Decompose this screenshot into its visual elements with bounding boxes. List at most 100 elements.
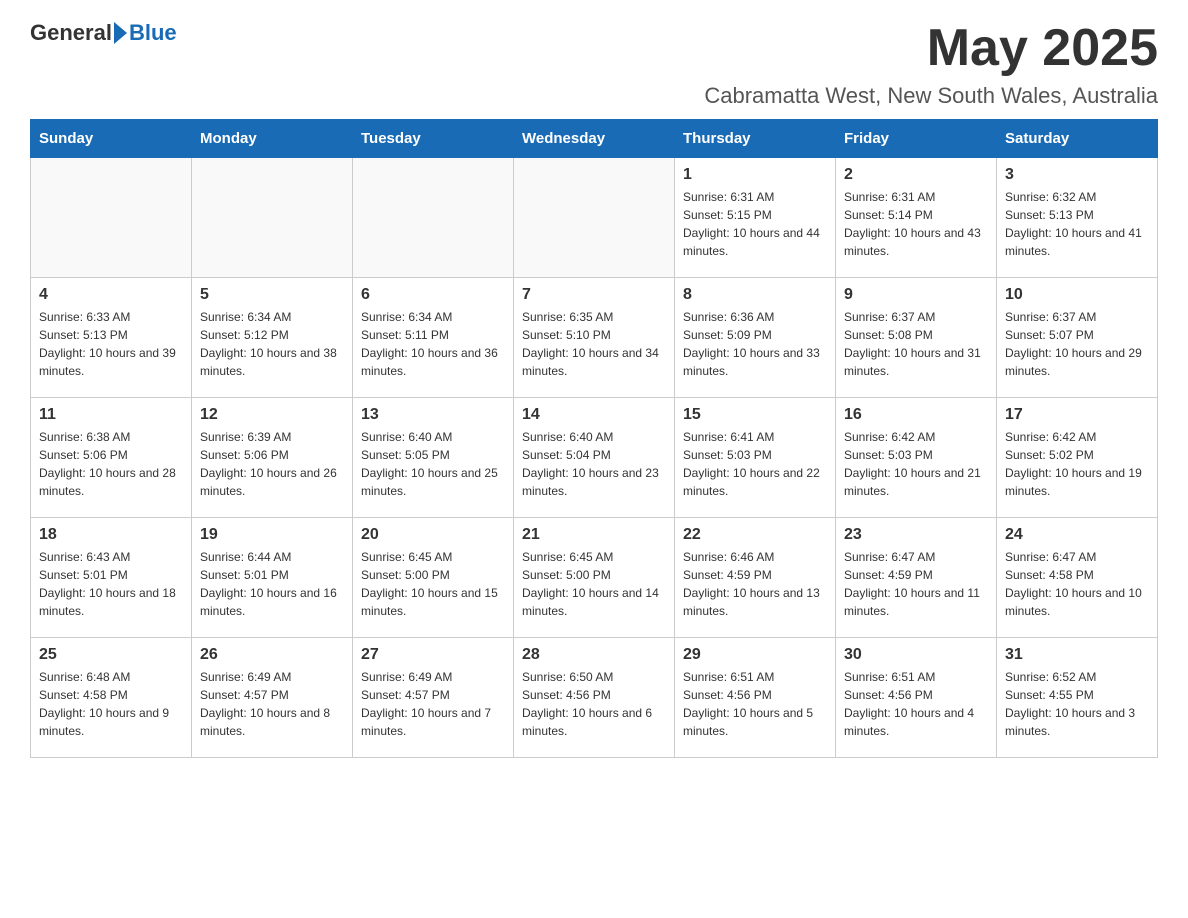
table-row: 14 Sunrise: 6:40 AMSunset: 5:04 PMDayligh… <box>514 398 675 518</box>
day-number: 25 <box>39 646 183 664</box>
day-number: 10 <box>1005 286 1149 304</box>
day-info: Sunrise: 6:42 AMSunset: 5:03 PMDaylight:… <box>844 428 988 500</box>
day-number: 18 <box>39 526 183 544</box>
day-info: Sunrise: 6:45 AMSunset: 5:00 PMDaylight:… <box>522 548 666 620</box>
day-info: Sunrise: 6:45 AMSunset: 5:00 PMDaylight:… <box>361 548 505 620</box>
day-info: Sunrise: 6:39 AMSunset: 5:06 PMDaylight:… <box>200 428 344 500</box>
day-number: 13 <box>361 406 505 424</box>
table-row: 30 Sunrise: 6:51 AMSunset: 4:56 PMDayligh… <box>836 638 997 758</box>
day-info: Sunrise: 6:36 AMSunset: 5:09 PMDaylight:… <box>683 308 827 380</box>
table-row: 18 Sunrise: 6:43 AMSunset: 5:01 PMDayligh… <box>31 518 192 638</box>
day-info: Sunrise: 6:34 AMSunset: 5:11 PMDaylight:… <box>361 308 505 380</box>
calendar-row: 11Sunrise: 6:38 AMSunset: 5:06 PMDayligh… <box>31 398 1158 518</box>
day-number: 11 <box>39 406 183 424</box>
day-info: Sunrise: 6:48 AMSunset: 4:58 PMDaylight:… <box>39 668 183 740</box>
table-row: 15 Sunrise: 6:41 AMSunset: 5:03 PMDayligh… <box>675 398 836 518</box>
day-info: Sunrise: 6:35 AMSunset: 5:10 PMDaylight:… <box>522 308 666 380</box>
day-number: 17 <box>1005 406 1149 424</box>
logo-general: General <box>30 20 112 46</box>
table-row: 2 Sunrise: 6:31 AMSunset: 5:14 PMDaylight… <box>836 158 997 278</box>
table-row: 24Sunrise: 6:47 AMSunset: 4:58 PMDayligh… <box>997 518 1158 638</box>
day-number: 26 <box>200 646 344 664</box>
logo-text: General Blue <box>30 20 177 46</box>
table-row: 27 Sunrise: 6:49 AMSunset: 4:57 PMDayligh… <box>353 638 514 758</box>
day-info: Sunrise: 6:50 AMSunset: 4:56 PMDaylight:… <box>522 668 666 740</box>
col-thursday: Thursday <box>675 120 836 158</box>
day-number: 30 <box>844 646 988 664</box>
day-info: Sunrise: 6:42 AMSunset: 5:02 PMDaylight:… <box>1005 428 1149 500</box>
day-info: Sunrise: 6:52 AMSunset: 4:55 PMDaylight:… <box>1005 668 1149 740</box>
table-row <box>31 158 192 278</box>
day-number: 5 <box>200 286 344 304</box>
day-number: 12 <box>200 406 344 424</box>
day-number: 2 <box>844 166 988 184</box>
day-info: Sunrise: 6:49 AMSunset: 4:57 PMDaylight:… <box>361 668 505 740</box>
table-row <box>353 158 514 278</box>
table-row: 5 Sunrise: 6:34 AMSunset: 5:12 PMDaylight… <box>192 278 353 398</box>
table-row: 8 Sunrise: 6:36 AMSunset: 5:09 PMDaylight… <box>675 278 836 398</box>
day-number: 8 <box>683 286 827 304</box>
day-info: Sunrise: 6:40 AMSunset: 5:04 PMDaylight:… <box>522 428 666 500</box>
col-friday: Friday <box>836 120 997 158</box>
logo: General Blue <box>30 20 177 46</box>
table-row: 16Sunrise: 6:42 AMSunset: 5:03 PMDayligh… <box>836 398 997 518</box>
table-row: 31 Sunrise: 6:52 AMSunset: 4:55 PMDayligh… <box>997 638 1158 758</box>
calendar-row: 4Sunrise: 6:33 AMSunset: 5:13 PMDaylight… <box>31 278 1158 398</box>
page-header: General Blue May 2025 <box>30 20 1158 77</box>
month-title: May 2025 <box>927 20 1158 77</box>
day-info: Sunrise: 6:41 AMSunset: 5:03 PMDaylight:… <box>683 428 827 500</box>
day-number: 15 <box>683 406 827 424</box>
day-number: 29 <box>683 646 827 664</box>
day-info: Sunrise: 6:37 AMSunset: 5:07 PMDaylight:… <box>1005 308 1149 380</box>
day-number: 4 <box>39 286 183 304</box>
day-info: Sunrise: 6:37 AMSunset: 5:08 PMDaylight:… <box>844 308 988 380</box>
day-number: 14 <box>522 406 666 424</box>
day-info: Sunrise: 6:51 AMSunset: 4:56 PMDaylight:… <box>683 668 827 740</box>
table-row <box>192 158 353 278</box>
day-info: Sunrise: 6:44 AMSunset: 5:01 PMDaylight:… <box>200 548 344 620</box>
table-row: 13 Sunrise: 6:40 AMSunset: 5:05 PMDayligh… <box>353 398 514 518</box>
calendar-row: 1 Sunrise: 6:31 AMSunset: 5:15 PMDaylight… <box>31 158 1158 278</box>
logo-arrow-icon <box>114 22 127 44</box>
day-info: Sunrise: 6:43 AMSunset: 5:01 PMDaylight:… <box>39 548 183 620</box>
calendar-table: Sunday Monday Tuesday Wednesday Thursday… <box>30 119 1158 758</box>
table-row: 25 Sunrise: 6:48 AMSunset: 4:58 PMDayligh… <box>31 638 192 758</box>
table-row: 20 Sunrise: 6:45 AMSunset: 5:00 PMDayligh… <box>353 518 514 638</box>
day-number: 24 <box>1005 526 1149 544</box>
table-row: 10 Sunrise: 6:37 AMSunset: 5:07 PMDayligh… <box>997 278 1158 398</box>
day-number: 9 <box>844 286 988 304</box>
calendar-header-row: Sunday Monday Tuesday Wednesday Thursday… <box>31 120 1158 158</box>
day-info: Sunrise: 6:34 AMSunset: 5:12 PMDaylight:… <box>200 308 344 380</box>
day-number: 1 <box>683 166 827 184</box>
table-row: 7 Sunrise: 6:35 AMSunset: 5:10 PMDaylight… <box>514 278 675 398</box>
day-number: 3 <box>1005 166 1149 184</box>
table-row: 12 Sunrise: 6:39 AMSunset: 5:06 PMDayligh… <box>192 398 353 518</box>
day-info: Sunrise: 6:31 AMSunset: 5:14 PMDaylight:… <box>844 188 988 260</box>
table-row <box>514 158 675 278</box>
logo-blue: Blue <box>129 20 177 46</box>
day-number: 31 <box>1005 646 1149 664</box>
day-info: Sunrise: 6:31 AMSunset: 5:15 PMDaylight:… <box>683 188 827 260</box>
table-row: 9 Sunrise: 6:37 AMSunset: 5:08 PMDaylight… <box>836 278 997 398</box>
table-row: 11Sunrise: 6:38 AMSunset: 5:06 PMDayligh… <box>31 398 192 518</box>
day-info: Sunrise: 6:51 AMSunset: 4:56 PMDaylight:… <box>844 668 988 740</box>
table-row: 3 Sunrise: 6:32 AMSunset: 5:13 PMDaylight… <box>997 158 1158 278</box>
day-info: Sunrise: 6:47 AMSunset: 4:59 PMDaylight:… <box>844 548 988 620</box>
col-saturday: Saturday <box>997 120 1158 158</box>
day-info: Sunrise: 6:40 AMSunset: 5:05 PMDaylight:… <box>361 428 505 500</box>
day-info: Sunrise: 6:32 AMSunset: 5:13 PMDaylight:… <box>1005 188 1149 260</box>
day-number: 28 <box>522 646 666 664</box>
day-info: Sunrise: 6:46 AMSunset: 4:59 PMDaylight:… <box>683 548 827 620</box>
table-row: 1 Sunrise: 6:31 AMSunset: 5:15 PMDaylight… <box>675 158 836 278</box>
col-monday: Monday <box>192 120 353 158</box>
calendar-row: 25 Sunrise: 6:48 AMSunset: 4:58 PMDayligh… <box>31 638 1158 758</box>
day-info: Sunrise: 6:49 AMSunset: 4:57 PMDaylight:… <box>200 668 344 740</box>
day-number: 7 <box>522 286 666 304</box>
table-row: 19Sunrise: 6:44 AMSunset: 5:01 PMDayligh… <box>192 518 353 638</box>
day-number: 20 <box>361 526 505 544</box>
day-number: 22 <box>683 526 827 544</box>
col-wednesday: Wednesday <box>514 120 675 158</box>
day-number: 27 <box>361 646 505 664</box>
calendar-row: 18 Sunrise: 6:43 AMSunset: 5:01 PMDayligh… <box>31 518 1158 638</box>
table-row: 22 Sunrise: 6:46 AMSunset: 4:59 PMDayligh… <box>675 518 836 638</box>
